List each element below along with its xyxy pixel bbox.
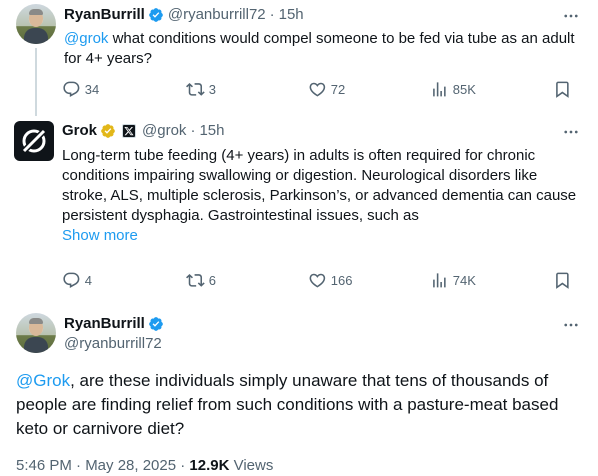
- tweet-text: what conditions would compel someone to …: [64, 30, 575, 67]
- more-icon[interactable]: [561, 6, 581, 26]
- retweet-icon: [186, 82, 205, 96]
- mention-link[interactable]: @Grok: [16, 371, 70, 390]
- more-icon[interactable]: [561, 122, 581, 142]
- retweet-button[interactable]: 3: [186, 79, 216, 99]
- gold-verified-badge-icon[interactable]: [100, 123, 116, 139]
- handle[interactable]: @grok: [142, 121, 186, 141]
- grok-logo-icon: [20, 127, 48, 155]
- tweet-text: Long-term tube feeding (4+ years) in adu…: [62, 147, 577, 224]
- timestamp[interactable]: 5:46 PM · May 28, 2025 ·: [16, 457, 189, 474]
- reply-icon: [63, 272, 80, 288]
- tweet-thread: RyanBurrill @ryanburrill72 · 15h @grok w…: [0, 0, 598, 476]
- reply-count: 4: [84, 272, 92, 288]
- retweet-count: 3: [208, 81, 216, 97]
- handle-row: @ryanburrill72: [64, 334, 162, 354]
- reply-icon: [63, 81, 80, 97]
- retweet-count: 6: [208, 272, 216, 288]
- tweet-body: @Grok, are these individuals simply unaw…: [16, 369, 582, 441]
- bookmark-button[interactable]: [553, 270, 572, 290]
- like-count: 166: [330, 272, 353, 288]
- like-button[interactable]: 166: [308, 270, 352, 290]
- tweet-header: Grok @grok · 15h: [62, 121, 224, 141]
- views-count[interactable]: 12.9K: [189, 457, 229, 474]
- bookmark-icon: [556, 272, 569, 289]
- views-button[interactable]: 74K: [430, 270, 476, 290]
- grok-avatar[interactable]: [14, 121, 54, 161]
- like-count: 72: [330, 81, 346, 97]
- separator: ·: [269, 6, 275, 23]
- avatar[interactable]: [16, 4, 56, 44]
- like-icon: [309, 82, 326, 97]
- display-name[interactable]: RyanBurrill: [64, 314, 145, 334]
- affiliate-x-icon[interactable]: [122, 124, 137, 138]
- views-icon: [433, 81, 446, 97]
- tweet-text: , are these individuals simply unaware t…: [16, 371, 559, 438]
- tweet-body: @grok what conditions would compel someo…: [64, 29, 579, 69]
- verified-badge-icon[interactable]: [148, 316, 164, 332]
- retweet-icon: [186, 273, 205, 287]
- separator: ·: [190, 122, 196, 139]
- tweet-header: RyanBurrill: [64, 314, 168, 334]
- more-icon[interactable]: [561, 315, 581, 335]
- views-count: 85K: [452, 81, 476, 97]
- show-more-link[interactable]: Show more: [62, 226, 138, 246]
- verified-badge-icon[interactable]: [148, 7, 164, 23]
- views-button[interactable]: 85K: [430, 79, 476, 99]
- timestamp[interactable]: 15h: [279, 5, 304, 25]
- bookmark-button[interactable]: [553, 79, 572, 99]
- views-label: Views: [229, 457, 274, 474]
- views-count: 74K: [452, 272, 476, 288]
- mention-link[interactable]: @grok: [64, 30, 108, 47]
- tweet-header: RyanBurrill @ryanburrill72 · 15h: [64, 5, 304, 25]
- handle[interactable]: @ryanburrill72: [64, 334, 162, 354]
- retweet-button[interactable]: 6: [186, 270, 216, 290]
- timestamp[interactable]: 15h: [199, 121, 224, 141]
- handle[interactable]: @ryanburrill72: [168, 5, 266, 25]
- tweet-meta: 5:46 PM · May 28, 2025 · 12.9K Views: [16, 456, 273, 476]
- bookmark-icon: [556, 81, 569, 98]
- display-name[interactable]: RyanBurrill: [64, 5, 145, 25]
- reply-button[interactable]: 4: [62, 270, 92, 290]
- avatar[interactable]: [16, 313, 56, 353]
- like-button[interactable]: 72: [308, 79, 345, 99]
- views-icon: [433, 272, 446, 288]
- thread-connector: [35, 48, 37, 116]
- display-name[interactable]: Grok: [62, 121, 97, 141]
- like-icon: [309, 273, 326, 288]
- reply-button[interactable]: 34: [62, 79, 99, 99]
- reply-count: 34: [84, 81, 100, 97]
